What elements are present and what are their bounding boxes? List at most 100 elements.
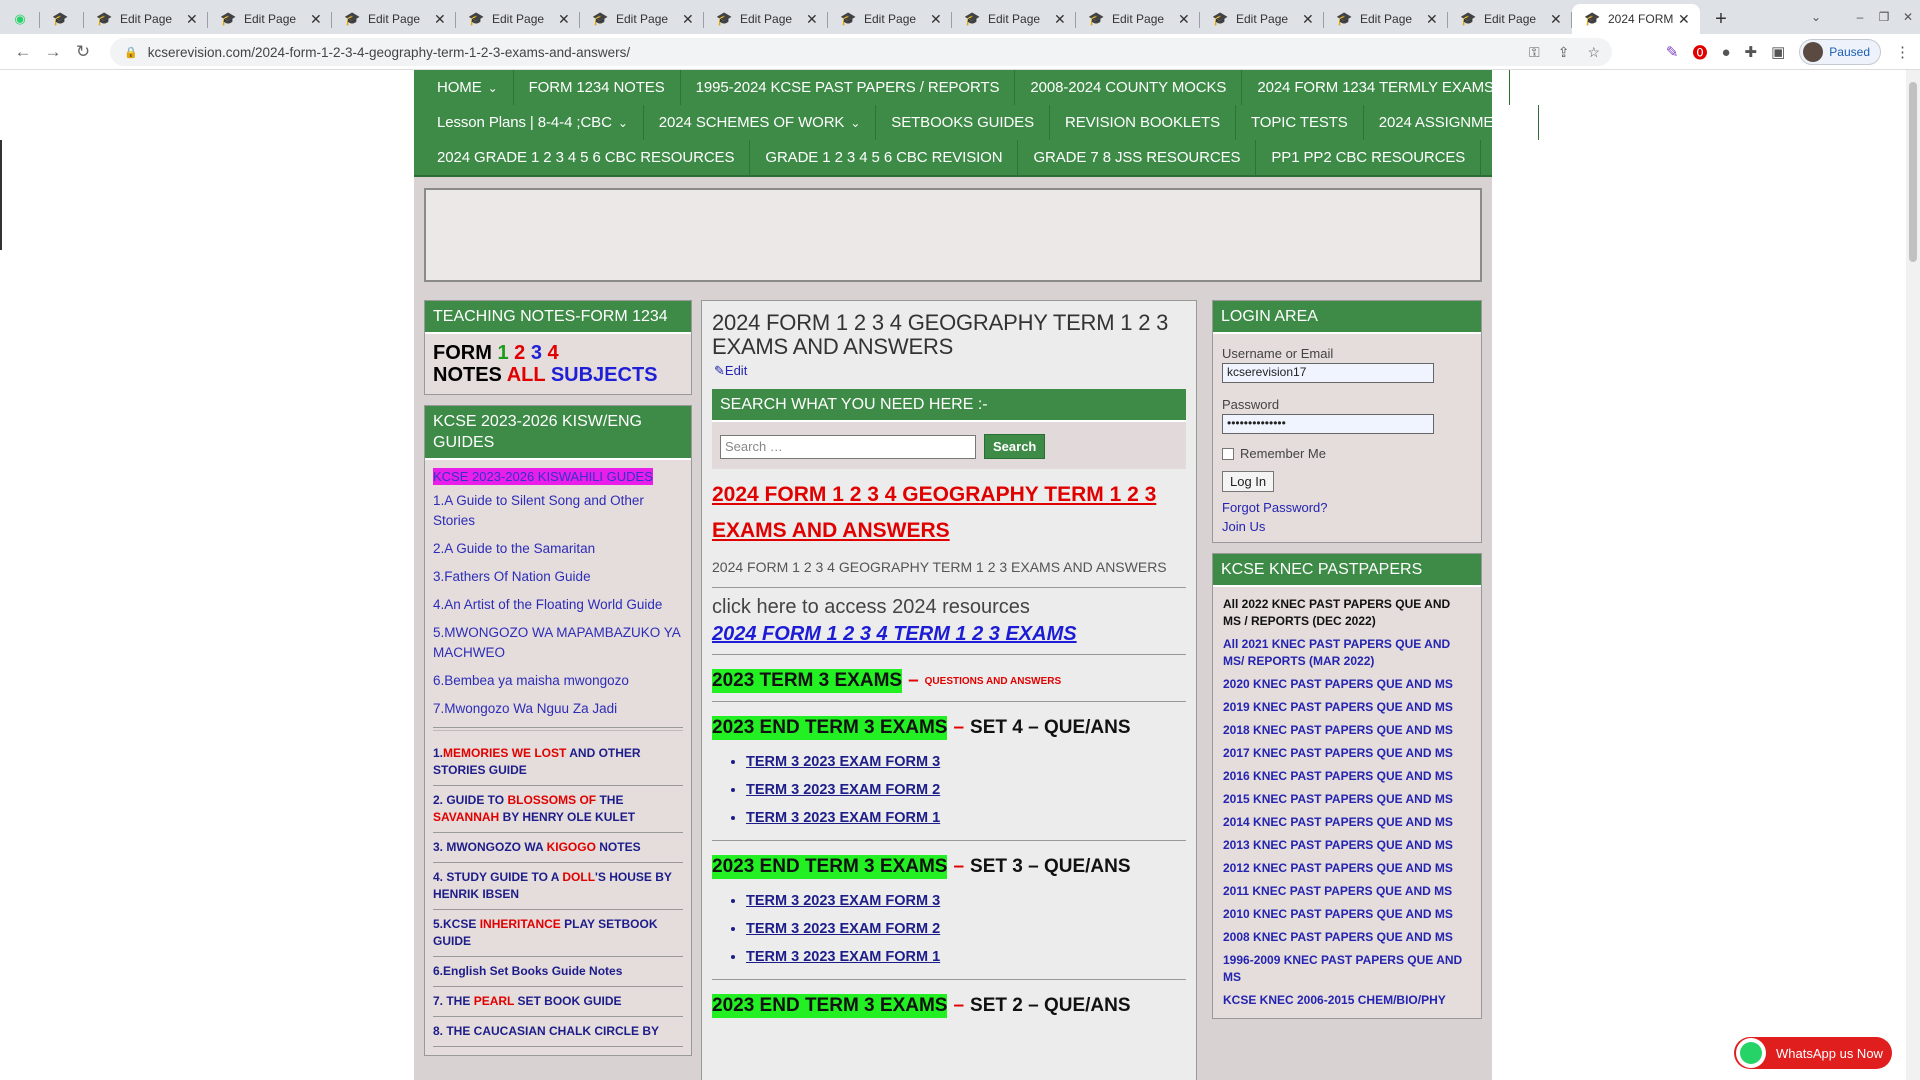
tab-edit-page[interactable]: 🎓 Edit Page ✕	[84, 4, 208, 34]
restore-icon[interactable]: ❐	[1872, 10, 1896, 24]
pastpaper-link[interactable]: 2020 KNEC PAST PAPERS QUE AND MS	[1223, 673, 1471, 696]
share-icon[interactable]: ⇪	[1558, 44, 1570, 61]
setbook-link[interactable]: 8. THE CAUCASIAN CHALK CIRCLE BY	[433, 1017, 683, 1047]
tab-edit-page[interactable]: 🎓 Edit Page ✕	[1076, 4, 1200, 34]
puzzle-icon[interactable]: ✚	[1745, 43, 1758, 61]
setbook-link[interactable]: 4. STUDY GUIDE TO A DOLL'S HOUSE BY HENR…	[433, 863, 683, 910]
pastpaper-link[interactable]: 2008 KNEC PAST PAPERS QUE AND MS	[1223, 926, 1471, 949]
menu-item[interactable]: Lesson Plans | 8-4-4 ;CBC ⌄	[422, 105, 644, 140]
menu-item[interactable]: 2008-2024 COUNTY MOCKS	[1015, 70, 1243, 105]
forgot-password-link[interactable]: Forgot Password?	[1222, 500, 1472, 515]
login-button[interactable]: Log In	[1222, 471, 1275, 492]
tab-edit-page[interactable]: 🎓 Edit Page ✕	[1200, 4, 1324, 34]
close-icon[interactable]: ✕	[310, 11, 324, 28]
tab-edit-page[interactable]: 🎓 Edit Page ✕	[208, 4, 332, 34]
exam-link[interactable]: TERM 3 2023 EXAM FORM 1	[746, 943, 1196, 971]
tab-active[interactable]: 🎓 2024 FORM ✕	[1572, 4, 1700, 34]
new-tab-button[interactable]: +	[1706, 4, 1736, 34]
pastpaper-link[interactable]: KCSE KNEC 2006-2015 CHEM/BIO/PHY	[1223, 989, 1471, 1012]
setbook-link[interactable]: 7. THE PEARL SET BOOK GUIDE	[433, 987, 683, 1017]
tab-edit-page[interactable]: 🎓 Edit Page ✕	[1448, 4, 1572, 34]
lock-icon[interactable]: 🔒	[124, 46, 138, 59]
pen-extension-icon[interactable]: ✎	[1666, 43, 1679, 61]
key-icon[interactable]: ⚿	[1529, 44, 1540, 61]
tab-whatsapp[interactable]: ◉	[0, 4, 40, 34]
tab-edit-page[interactable]: 🎓 Edit Page ✕	[580, 4, 704, 34]
exam-link[interactable]: TERM 3 2023 EXAM FORM 3	[746, 887, 1196, 915]
menu-item[interactable]: SETBOOKS GUIDES	[876, 105, 1050, 140]
menu-kebab-icon[interactable]: ⋮	[1895, 43, 1910, 61]
tab-edit-page[interactable]: 🎓 Edit Page ✕	[828, 4, 952, 34]
close-icon[interactable]: ✕	[1178, 11, 1192, 28]
opera-extension-icon[interactable]: ⓿	[1692, 42, 1707, 63]
guide-link[interactable]: 1.A Guide to Silent Song and Other Stori…	[433, 491, 683, 531]
close-icon[interactable]: ✕	[558, 11, 572, 28]
pastpaper-link[interactable]: 2011 KNEC PAST PAPERS QUE AND MS	[1223, 880, 1471, 903]
guide-link[interactable]: 5.MWONGOZO WA MAPAMBAZUKO YA MACHWEO	[433, 623, 683, 663]
menu-item[interactable]: 1995-2024 KCSE PAST PAPERS / REPORTS	[681, 70, 1016, 105]
close-icon[interactable]: ✕	[434, 11, 448, 28]
close-icon[interactable]: ✕	[186, 11, 200, 28]
join-link[interactable]: Join Us	[1222, 519, 1472, 534]
exam-link[interactable]: TERM 3 2023 EXAM FORM 2	[746, 776, 1196, 804]
close-icon[interactable]: ✕	[1678, 11, 1692, 28]
tab-blank[interactable]: 🎓	[40, 4, 84, 34]
menu-item[interactable]: REVISION BOOKLETS	[1050, 105, 1237, 140]
resources-link[interactable]: 2024 FORM 1 2 3 4 TERM 1 2 3 EXAMS	[712, 623, 1186, 646]
password-field[interactable]: ••••••••••••••	[1222, 414, 1434, 434]
address-bar[interactable]: 🔒 kcserevision.com/2024-form-1-2-3-4-geo…	[110, 38, 1612, 66]
search-input[interactable]: Search …	[720, 434, 976, 459]
menu-item[interactable]: HOME ⌄	[422, 70, 514, 105]
reload-icon[interactable]: ↻	[68, 42, 98, 62]
kiswahili-guides-label[interactable]: KCSE 2023-2026 KISWAHILI GUDES	[433, 468, 653, 485]
menu-item[interactable]: 2024 ASSIGNMENTS	[1364, 105, 1540, 140]
pastpaper-link[interactable]: 2012 KNEC PAST PAPERS QUE AND MS	[1223, 857, 1471, 880]
pastpaper-link[interactable]: 1996-2009 KNEC PAST PAPERS QUE AND MS	[1223, 949, 1471, 989]
whatsapp-button[interactable]: WhatsApp us Now	[1734, 1037, 1892, 1069]
guide-link[interactable]: 4.An Artist of the Floating World Guide	[433, 595, 683, 615]
profile-button[interactable]: Paused	[1799, 39, 1881, 65]
menu-item[interactable]: PP1 PP2 CBC RESOURCES	[1256, 140, 1482, 175]
close-icon[interactable]: ✕	[1550, 11, 1564, 28]
forward-icon[interactable]: →	[38, 42, 68, 62]
setbook-link[interactable]: 5.KCSE INHERITANCE PLAY SETBOOK GUIDE	[433, 910, 683, 957]
scrollbar[interactable]	[1906, 70, 1920, 1080]
scrollbar-thumb[interactable]	[1909, 82, 1917, 262]
menu-item[interactable]: TOPIC TESTS	[1236, 105, 1364, 140]
username-field[interactable]: kcserevision17	[1222, 363, 1434, 383]
sidepanel-icon[interactable]: ▣	[1771, 43, 1785, 61]
pastpaper-link[interactable]: 2019 KNEC PAST PAPERS QUE AND MS	[1223, 696, 1471, 719]
remember-checkbox[interactable]	[1222, 447, 1234, 460]
menu-item[interactable]: 2024 GRADE 1 2 3 4 5 6 CBC RESOURCES	[422, 140, 751, 175]
menu-item[interactable]: GRADE 1 2 3 4 5 6 CBC REVISION	[750, 140, 1019, 175]
edit-link[interactable]: ✎Edit	[714, 363, 1186, 379]
tab-edit-page[interactable]: 🎓 Edit Page ✕	[456, 4, 580, 34]
pastpaper-link[interactable]: 2018 KNEC PAST PAPERS QUE AND MS	[1223, 719, 1471, 742]
setbook-link[interactable]: 2. GUIDE TO BLOSSOMS OF THE SAVANNAH BY …	[433, 786, 683, 833]
close-icon[interactable]: ✕	[682, 11, 696, 28]
close-icon[interactable]: ✕	[806, 11, 820, 28]
exam-link[interactable]: TERM 3 2023 EXAM FORM 2	[746, 915, 1196, 943]
tab-edit-page[interactable]: 🎓 Edit Page ✕	[952, 4, 1076, 34]
close-icon[interactable]: ✕	[1426, 11, 1440, 28]
menu-item[interactable]: FORM 1234 NOTES	[514, 70, 681, 105]
star-icon[interactable]: ☆	[1587, 44, 1600, 61]
guide-link[interactable]: 3.Fathers Of Nation Guide	[433, 567, 683, 587]
guide-link[interactable]: 2.A Guide to the Samaritan	[433, 539, 683, 559]
pastpaper-link[interactable]: All 2022 KNEC PAST PAPERS QUE AND MS / R…	[1223, 593, 1471, 633]
tab-edit-page[interactable]: 🎓 Edit Page ✕	[1324, 4, 1448, 34]
pastpaper-link[interactable]: 2013 KNEC PAST PAPERS QUE AND MS	[1223, 834, 1471, 857]
tab-search-icon[interactable]: ⌄	[1804, 10, 1828, 24]
circle-extension-icon[interactable]: ●	[1721, 44, 1730, 61]
pastpaper-link[interactable]: 2017 KNEC PAST PAPERS QUE AND MS	[1223, 742, 1471, 765]
tab-edit-page[interactable]: 🎓 Edit Page ✕	[704, 4, 828, 34]
post-heading[interactable]: 2024 FORM 1 2 3 4 GEOGRAPHY TERM 1 2 3 E…	[712, 477, 1186, 549]
pastpaper-link[interactable]: All 2021 KNEC PAST PAPERS QUE AND MS/ RE…	[1223, 633, 1471, 673]
menu-item[interactable]: 2024 SCHEMES OF WORK ⌄	[644, 105, 877, 140]
pastpaper-link[interactable]: 2010 KNEC PAST PAPERS QUE AND MS	[1223, 903, 1471, 926]
pastpaper-link[interactable]: 2014 KNEC PAST PAPERS QUE AND MS	[1223, 811, 1471, 834]
pastpaper-link[interactable]: 2016 KNEC PAST PAPERS QUE AND MS	[1223, 765, 1471, 788]
back-icon[interactable]: ←	[8, 42, 38, 62]
guide-link[interactable]: 6.Bembea ya maisha mwongozo	[433, 671, 683, 691]
setbook-link[interactable]: 1.MEMORIES WE LOST AND OTHER STORIES GUI…	[433, 739, 683, 786]
